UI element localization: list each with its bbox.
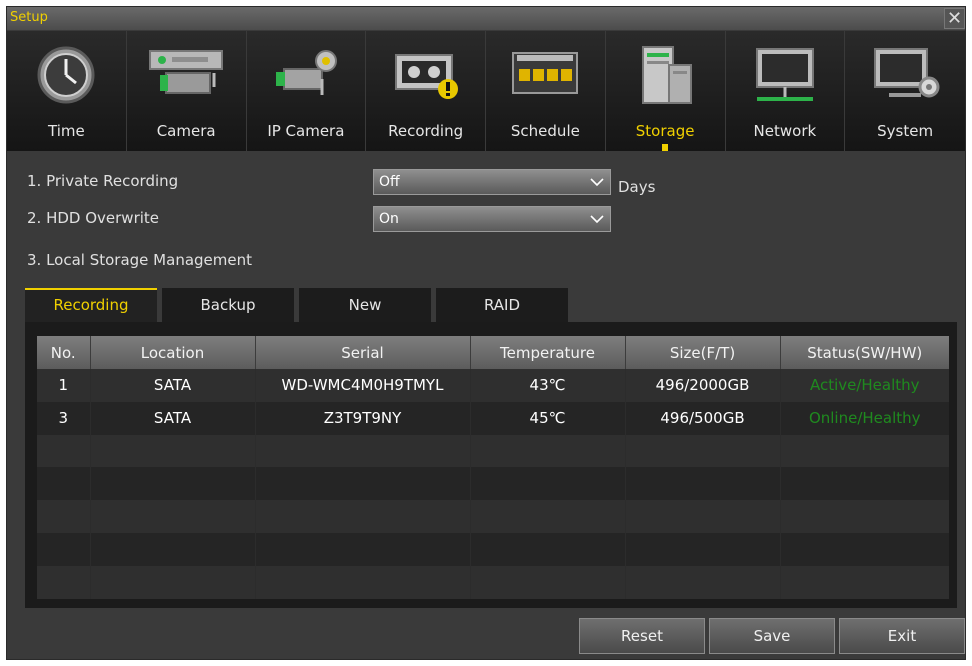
tab-label: Network bbox=[753, 122, 817, 140]
table-row-empty bbox=[37, 434, 949, 468]
storage-icon bbox=[642, 46, 693, 104]
column-header-location[interactable]: Location bbox=[90, 336, 256, 369]
cell-size: 496/500GB bbox=[625, 401, 781, 435]
table-row-empty bbox=[37, 565, 949, 599]
cell-no: 3 bbox=[37, 401, 91, 435]
cell-status: Active/Healthy bbox=[780, 369, 949, 402]
cell-size: 496/2000GB bbox=[625, 369, 781, 402]
reset-button[interactable]: Reset bbox=[579, 618, 705, 654]
tab-label: Schedule bbox=[510, 122, 580, 140]
setup-tab-bar: Time Camera IP Camera Recording Schedule… bbox=[7, 31, 965, 151]
hdd-overwrite-select[interactable]: On bbox=[373, 206, 611, 232]
hdd-overwrite-label: 2. HDD Overwrite bbox=[27, 209, 160, 227]
tab-label: IP Camera bbox=[267, 122, 345, 140]
table-row[interactable]: 3 SATA Z3T9T9NY 45℃ 496/500GB Online/Hea… bbox=[37, 401, 949, 435]
tab-recording[interactable]: Recording bbox=[366, 31, 486, 151]
camera-icon bbox=[149, 50, 224, 94]
tab-label: System bbox=[877, 122, 934, 140]
column-header-size[interactable]: Size(F/T) bbox=[625, 336, 781, 369]
ip-camera-icon bbox=[275, 50, 337, 95]
column-header-no[interactable]: No. bbox=[37, 336, 91, 369]
private-recording-select[interactable]: Off bbox=[373, 169, 611, 195]
cell-temperature: 45℃ bbox=[470, 401, 626, 435]
cell-location: SATA bbox=[90, 369, 256, 402]
tab-system[interactable]: System bbox=[845, 31, 965, 151]
window-title: Setup bbox=[10, 10, 48, 25]
table-row-empty bbox=[37, 532, 949, 566]
tab-label: Camera bbox=[156, 122, 216, 140]
table-row-empty bbox=[37, 467, 949, 501]
close-icon: ✕ bbox=[946, 8, 963, 29]
subtab-backup[interactable]: Backup bbox=[162, 288, 294, 322]
exit-button[interactable]: Exit bbox=[839, 618, 965, 654]
days-unit-label: Days bbox=[618, 178, 656, 196]
cell-temperature: 43℃ bbox=[470, 369, 626, 402]
local-storage-label: 3. Local Storage Management bbox=[27, 251, 252, 269]
chevron-down-icon bbox=[590, 215, 604, 224]
column-header-status[interactable]: Status(SW/HW) bbox=[780, 336, 949, 369]
schedule-icon bbox=[512, 52, 579, 94]
save-button[interactable]: Save bbox=[709, 618, 835, 654]
private-recording-value: Off bbox=[379, 174, 400, 190]
private-recording-label: 1. Private Recording bbox=[27, 172, 179, 190]
tab-time[interactable]: Time bbox=[7, 31, 127, 151]
table-row[interactable]: 1 SATA WD-WMC4M0H9TMYL 43℃ 496/2000GB Ac… bbox=[37, 369, 949, 402]
tab-camera[interactable]: Camera bbox=[126, 31, 247, 151]
cell-serial: WD-WMC4M0H9TMYL bbox=[255, 369, 471, 402]
tab-storage[interactable]: Storage bbox=[605, 31, 726, 151]
storage-table: No. Location Serial Temperature Size(F/T… bbox=[37, 336, 949, 599]
cell-location: SATA bbox=[90, 401, 256, 435]
subtab-raid[interactable]: RAID bbox=[436, 288, 568, 322]
hdd-overwrite-value: On bbox=[379, 211, 399, 227]
tab-schedule[interactable]: Schedule bbox=[486, 31, 606, 151]
chevron-down-icon bbox=[590, 178, 604, 187]
tab-network[interactable]: Network bbox=[725, 31, 846, 151]
subtab-recording[interactable]: Recording bbox=[25, 288, 157, 322]
column-header-temperature[interactable]: Temperature bbox=[470, 336, 626, 369]
clock-icon bbox=[37, 46, 95, 104]
setup-window: Setup ✕ Time Camera IP Camera Recording … bbox=[6, 6, 966, 660]
cell-no: 1 bbox=[37, 369, 91, 402]
network-icon bbox=[755, 48, 814, 101]
storage-subtab-bar: Recording Backup New RAID bbox=[25, 288, 573, 322]
tab-label: Storage bbox=[635, 122, 695, 140]
cell-status: Online/Healthy bbox=[780, 401, 949, 435]
title-bar: Setup ✕ bbox=[7, 7, 965, 30]
storage-panel: No. Location Serial Temperature Size(F/T… bbox=[25, 322, 957, 608]
system-icon bbox=[874, 48, 940, 98]
table-row-empty bbox=[37, 500, 949, 533]
column-header-serial[interactable]: Serial bbox=[255, 336, 471, 369]
subtab-new[interactable]: New bbox=[299, 288, 431, 322]
close-button[interactable]: ✕ bbox=[944, 8, 965, 29]
tab-ip-camera[interactable]: IP Camera bbox=[246, 31, 367, 151]
table-header-row: No. Location Serial Temperature Size(F/T… bbox=[37, 336, 949, 369]
cell-serial: Z3T9T9NY bbox=[255, 401, 471, 435]
active-tab-indicator bbox=[662, 144, 669, 151]
recording-icon bbox=[394, 54, 458, 99]
tab-label: Recording bbox=[388, 122, 464, 140]
tab-label: Time bbox=[48, 122, 85, 140]
